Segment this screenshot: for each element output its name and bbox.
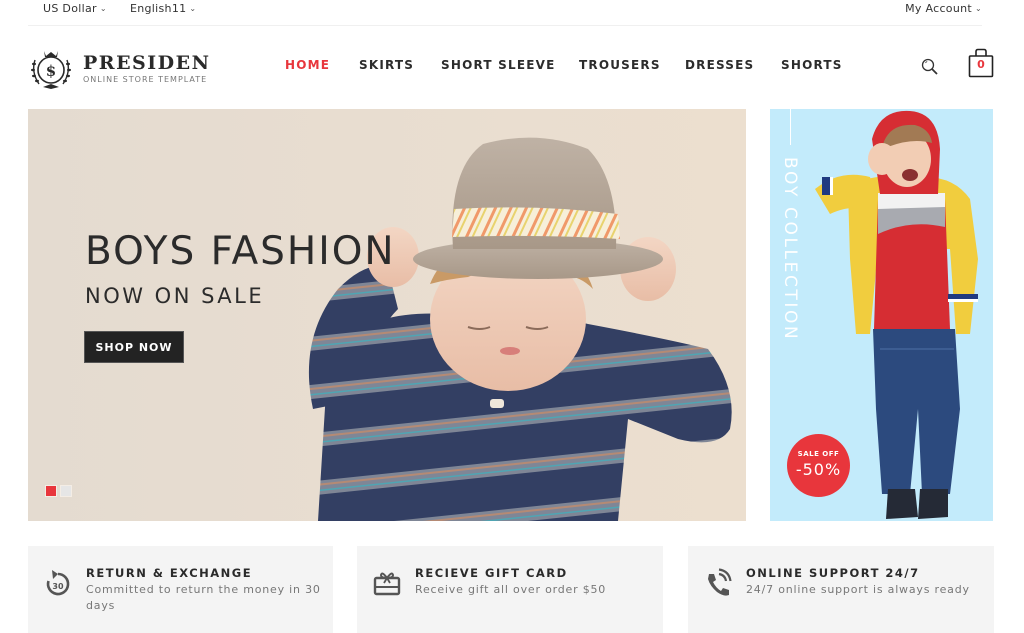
gift-card-icon xyxy=(373,572,401,596)
phone-support-icon xyxy=(708,568,732,596)
boy-collection-banner[interactable]: BOY COLLECTION SALE OFF -50% xyxy=(770,109,993,521)
svg-text:30: 30 xyxy=(52,582,64,591)
hero-boy-with-hat-image xyxy=(308,137,732,521)
search-icon xyxy=(921,58,938,75)
account-label: My Account xyxy=(905,2,972,15)
side-banner-label: BOY COLLECTION xyxy=(780,157,800,342)
sale-badge[interactable]: SALE OFF -50% xyxy=(787,434,850,497)
return-30-icon: 30 xyxy=(46,570,70,596)
language-dropdown[interactable]: English11 ⌄ xyxy=(130,2,196,15)
slide-dot-1[interactable] xyxy=(45,485,57,497)
my-account-dropdown[interactable]: My Account ⌄ xyxy=(905,2,982,15)
nav-item-trousers[interactable]: TROUSERS xyxy=(579,58,661,72)
nav-item-shorts[interactable]: SHORTS xyxy=(781,58,843,72)
shop-now-button[interactable]: SHOP NOW xyxy=(84,331,184,363)
feature-online-support: ONLINE SUPPORT 24/7 24/7 online support … xyxy=(688,546,994,633)
feature-description: 24/7 online support is always ready xyxy=(746,583,970,596)
search-button[interactable] xyxy=(921,58,939,76)
feature-return-exchange: 30 RETURN & EXCHANGE Committed to return… xyxy=(28,546,333,633)
feature-title: RECIEVE GIFT CARD xyxy=(415,566,568,580)
language-label: English11 xyxy=(130,2,187,15)
top-bar: US Dollar ⌄ English11 ⌄ My Account ⌄ xyxy=(28,0,982,26)
slider-pagination xyxy=(45,485,72,497)
hero-slider: BOYS FASHION NOW ON SALE SHOP NOW xyxy=(28,109,746,521)
cart-count: 0 xyxy=(977,58,985,71)
currency-dropdown[interactable]: US Dollar ⌄ xyxy=(43,2,107,15)
logo[interactable]: $ PRESIDEN ONLINE STORE TEMPLATE xyxy=(27,44,217,92)
chevron-down-icon: ⌄ xyxy=(974,4,982,13)
chevron-down-icon: ⌄ xyxy=(99,4,107,13)
logo-name: PRESIDEN xyxy=(83,51,211,74)
chevron-down-icon: ⌄ xyxy=(189,4,197,13)
svg-text:$: $ xyxy=(46,62,56,80)
logo-emblem-icon: $ xyxy=(31,51,71,89)
feature-description: Committed to return the money in 30 days xyxy=(86,583,321,612)
feature-title: RETURN & EXCHANGE xyxy=(86,566,253,580)
nav-item-skirts[interactable]: SKIRTS xyxy=(359,58,414,72)
nav-item-dresses[interactable]: DRESSES xyxy=(685,58,754,72)
nav-item-short-sleeve[interactable]: SHORT SLEEVE xyxy=(441,58,556,72)
currency-label: US Dollar xyxy=(43,2,97,15)
nav-item-home[interactable]: HOME xyxy=(285,58,330,72)
hero-subtitle: NOW ON SALE xyxy=(85,284,265,308)
hero-title: BOYS FASHION xyxy=(85,229,396,274)
feature-gift-card: RECIEVE GIFT CARD Receive gift all over … xyxy=(357,546,663,633)
sale-badge-label: SALE OFF xyxy=(797,450,840,458)
cart-button[interactable]: 0 xyxy=(968,48,994,78)
feature-description: Receive gift all over order $50 xyxy=(415,583,607,596)
logo-tagline: ONLINE STORE TEMPLATE xyxy=(83,74,208,84)
feature-title: ONLINE SUPPORT 24/7 xyxy=(746,566,920,580)
slide-dot-2[interactable] xyxy=(60,485,72,497)
sale-badge-value: -50% xyxy=(795,460,842,479)
